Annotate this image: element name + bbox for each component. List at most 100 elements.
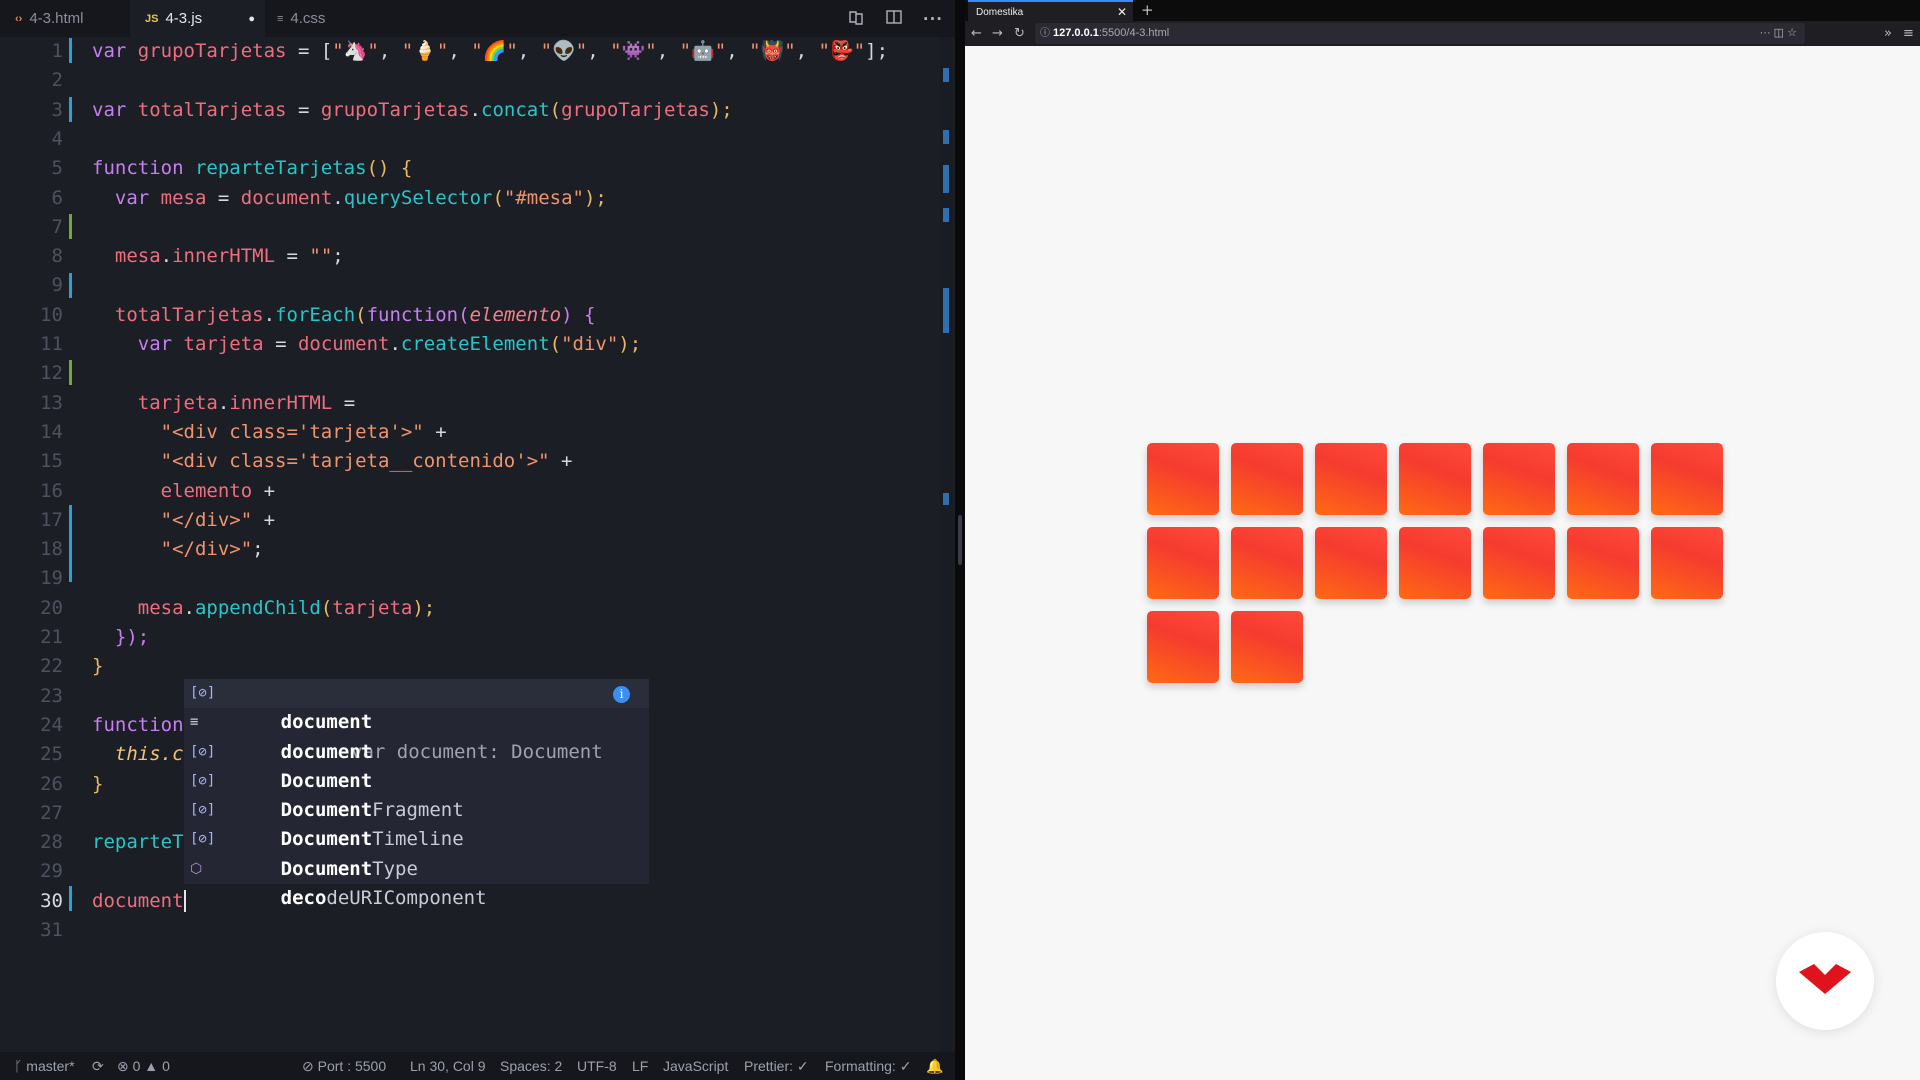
- suggestion-item[interactable]: [⊘] DocumentTimeline: [184, 796, 649, 850]
- tab-4-css[interactable]: ≡ 4.css: [265, 0, 375, 37]
- line-number: 30: [40, 889, 63, 912]
- formatting-status[interactable]: Formatting: ✓: [825, 1052, 911, 1080]
- card-tile[interactable]: [1567, 527, 1639, 599]
- line-number: 25: [40, 743, 63, 766]
- back-icon[interactable]: ←: [971, 21, 982, 46]
- code-line: 13 tarjeta.innerHTML =: [0, 389, 940, 418]
- suggestion-item[interactable]: [⊘] Document: [184, 738, 649, 792]
- split-editor-icon[interactable]: [885, 8, 903, 30]
- suggestion-item[interactable]: ≡ document: [184, 708, 649, 762]
- suggestion-item[interactable]: ⬡ decodeURIComponent: [184, 855, 649, 909]
- live-server-port[interactable]: ⊘ Port : 5500: [302, 1052, 386, 1080]
- card-tile[interactable]: [1231, 611, 1303, 683]
- code-line: 12: [0, 359, 940, 388]
- code-line: 5 function reparteTarjetas() {: [0, 154, 940, 183]
- info-icon[interactable]: i: [613, 686, 630, 703]
- card-tile[interactable]: [1567, 443, 1639, 515]
- code-line: 3 var totalTarjetas = grupoTarjetas.conc…: [0, 96, 940, 125]
- emoji-goblin: 👺: [830, 40, 854, 62]
- encoding[interactable]: UTF-8: [577, 1052, 617, 1080]
- suggestion-item[interactable]: [⊘] DocumentType: [184, 825, 649, 879]
- line-number: 16: [40, 479, 63, 502]
- line-number: 11: [40, 333, 63, 355]
- code-line: 19: [0, 564, 940, 593]
- card-tile[interactable]: [1483, 527, 1555, 599]
- more-actions-icon[interactable]: ···: [923, 10, 943, 28]
- code-line: 31: [0, 916, 940, 945]
- variable-icon: [⊘]: [190, 772, 216, 789]
- line-number: 2: [51, 69, 63, 92]
- reload-icon[interactable]: ↻: [1014, 21, 1025, 46]
- code-line: 11 var tarjeta = document.createElement(…: [0, 330, 940, 359]
- card-tile[interactable]: [1147, 611, 1219, 683]
- unsaved-dot-icon[interactable]: ●: [248, 13, 255, 25]
- variable-icon: [⊘]: [190, 831, 216, 848]
- line-number: 22: [40, 655, 63, 678]
- pocket-icon[interactable]: ◫: [1774, 27, 1787, 39]
- code-line: 9: [0, 271, 940, 300]
- domestika-logo[interactable]: [1776, 932, 1874, 1030]
- method-icon: ⬡: [190, 860, 203, 877]
- bookmark-star-icon[interactable]: ☆: [1787, 27, 1797, 39]
- suggestion-item[interactable]: [⊘] document var document: Document i: [184, 679, 649, 763]
- code-line: 17 "</div>" +: [0, 506, 940, 535]
- line-number: 18: [40, 538, 63, 561]
- scrollbar-marker: [943, 68, 949, 82]
- code-line: 1 var grupoTarjetas = ["🦄", "🍦", "🌈", "👽…: [0, 37, 940, 66]
- card-tile[interactable]: [1147, 443, 1219, 515]
- code-line: 15 "<div class='tarjeta__contenido'>" +: [0, 447, 940, 476]
- browser-toolbar: ← → ↻ ⓘ 127.0.0.1:5500/4-3.html ··· ◫ ☆ …: [965, 21, 1920, 46]
- tab-4-3-js[interactable]: JS 4-3.js ●: [130, 0, 265, 37]
- forward-icon[interactable]: →: [992, 21, 1003, 46]
- open-changes-icon[interactable]: [847, 8, 865, 30]
- line-number: 13: [40, 391, 63, 414]
- address-bar[interactable]: ⓘ 127.0.0.1:5500/4-3.html ··· ◫ ☆: [1035, 23, 1805, 44]
- line-number: 29: [40, 860, 63, 883]
- more-icon[interactable]: ···: [1760, 27, 1774, 39]
- url-path: :5500/4-3.html: [1098, 27, 1170, 39]
- git-branch[interactable]: ᚴ master*: [14, 1052, 75, 1080]
- line-number: 26: [40, 772, 63, 795]
- prettier-status[interactable]: Prettier: ✓: [744, 1052, 809, 1080]
- card-tile[interactable]: [1231, 443, 1303, 515]
- card-tile[interactable]: [1315, 527, 1387, 599]
- variable-icon: [⊘]: [190, 743, 216, 760]
- card-tile[interactable]: [1231, 527, 1303, 599]
- card-tile[interactable]: [1315, 443, 1387, 515]
- bell-icon[interactable]: 🔔: [926, 1052, 943, 1080]
- site-info-icon[interactable]: ⓘ: [1040, 23, 1050, 44]
- line-number: 10: [40, 303, 63, 326]
- line-number: 7: [51, 215, 63, 238]
- cursor-position[interactable]: Ln 30, Col 9: [410, 1052, 486, 1080]
- code-line: 4: [0, 125, 940, 154]
- indentation[interactable]: Spaces: 2: [500, 1052, 562, 1080]
- emoji-space-invader: 👾: [621, 40, 646, 62]
- emoji-icecream: 🍦: [413, 40, 437, 62]
- close-tab-icon[interactable]: ✕: [1117, 2, 1127, 23]
- card-tile[interactable]: [1399, 527, 1471, 599]
- page-viewport: [965, 46, 1920, 1080]
- overflow-icon[interactable]: »: [1884, 21, 1892, 46]
- suggestion-item[interactable]: [⊘] DocumentFragment: [184, 767, 649, 821]
- browser-tab[interactable]: Domestika ✕: [968, 0, 1133, 21]
- end-of-line[interactable]: LF: [632, 1052, 648, 1080]
- problems-indicator[interactable]: ⊗ 0 ▲ 0: [117, 1052, 170, 1080]
- tab-4-3-html[interactable]: ‹› 4-3.html: [0, 0, 130, 37]
- card-tile[interactable]: [1483, 443, 1555, 515]
- language-mode[interactable]: JavaScript: [663, 1052, 728, 1080]
- status-bar: ᚴ master* ⟳ ⊗ 0 ▲ 0 ⊘ Port : 5500 Ln 30,…: [0, 1052, 955, 1080]
- card-tile[interactable]: [1651, 527, 1723, 599]
- menu-icon[interactable]: ≡: [1903, 21, 1914, 46]
- card-tile[interactable]: [1147, 527, 1219, 599]
- line-number: 31: [40, 919, 63, 941]
- js-file-icon: JS: [145, 12, 159, 25]
- card-tile[interactable]: [1399, 443, 1471, 515]
- split-handle[interactable]: [958, 515, 962, 565]
- new-tab-icon[interactable]: +: [1141, 0, 1154, 20]
- code-line: 18 "</div>";: [0, 535, 940, 564]
- sync-icon[interactable]: ⟳: [92, 1052, 104, 1080]
- line-number: 19: [40, 567, 63, 590]
- tab-label: 4.css: [290, 10, 326, 27]
- card-tile[interactable]: [1651, 443, 1723, 515]
- line-number: 3: [51, 98, 63, 121]
